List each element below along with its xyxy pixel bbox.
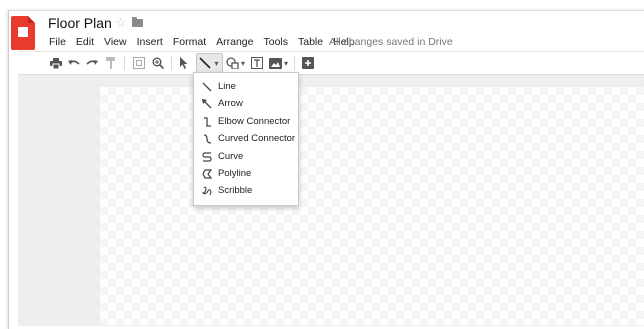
menu-item-label: Elbow Connector (218, 116, 291, 127)
menu-item-label: Line (218, 81, 236, 92)
menu-item-line[interactable]: Line (194, 78, 298, 95)
star-icon[interactable]: ☆ (115, 15, 127, 31)
menu-edit[interactable]: Edit (71, 34, 99, 50)
toolbar-separator (294, 56, 295, 70)
curved-connector-icon (196, 133, 218, 144)
menu-file[interactable]: File (44, 34, 71, 50)
drawing-canvas[interactable] (100, 87, 644, 325)
menu-item-curved-connector[interactable]: Curved Connector (194, 130, 298, 147)
toolbar-separator (171, 56, 172, 70)
arrow-icon (196, 98, 218, 109)
zoom-icon[interactable] (150, 55, 166, 71)
menu-view[interactable]: View (99, 34, 132, 50)
curve-icon (196, 151, 218, 162)
menu-item-elbow-connector[interactable]: Elbow Connector (194, 113, 298, 130)
folder-icon[interactable] (132, 17, 143, 27)
shape-dropdown-icon[interactable]: ▾ (240, 55, 246, 71)
menu-item-label: Polyline (218, 168, 252, 179)
add-comment-icon[interactable] (301, 55, 315, 71)
menu-item-label: Scribble (218, 185, 253, 196)
toolbar-separator (124, 56, 125, 70)
menu-arrange[interactable]: Arrange (211, 34, 258, 50)
scribble-icon (196, 186, 218, 196)
menu-insert[interactable]: Insert (132, 34, 168, 50)
menu-tools[interactable]: Tools (258, 34, 293, 50)
polyline-icon (196, 168, 218, 179)
menu-bar: File Edit View Insert Format Arrange Too… (44, 34, 360, 50)
paint-format-icon[interactable] (104, 55, 118, 71)
menu-item-curve[interactable]: Curve (194, 148, 298, 165)
text-box-icon[interactable] (250, 55, 264, 71)
menu-item-label: Curve (218, 151, 244, 162)
drawings-logo-icon[interactable] (11, 16, 35, 50)
print-icon[interactable] (48, 55, 64, 71)
menu-format[interactable]: Format (168, 34, 211, 50)
menu-item-arrow[interactable]: Arrow (194, 95, 298, 112)
zoom-fit-icon[interactable] (131, 55, 147, 71)
line-icon[interactable] (198, 55, 212, 71)
menu-table[interactable]: Table (293, 34, 328, 50)
menu-item-scribble[interactable]: Scribble (194, 182, 298, 199)
select-icon[interactable] (177, 55, 191, 71)
undo-icon[interactable] (66, 55, 82, 71)
document-title[interactable]: Floor Plan (48, 15, 112, 31)
redo-icon[interactable] (84, 55, 100, 71)
image-icon[interactable] (268, 55, 282, 71)
line-icon (196, 82, 218, 92)
line-tool-dropdown-icon[interactable]: ▾ (213, 55, 220, 71)
menu-item-polyline[interactable]: Polyline (194, 165, 298, 182)
line-type-menu: Line Arrow Elbow Connector Curved Connec… (193, 72, 299, 206)
save-status: All changes saved in Drive (329, 36, 453, 48)
menu-item-label: Curved Connector (218, 133, 296, 144)
image-dropdown-icon[interactable]: ▾ (283, 55, 289, 71)
elbow-connector-icon (196, 116, 218, 127)
shape-icon[interactable] (225, 55, 239, 71)
menu-item-label: Arrow (218, 98, 243, 109)
toolbar-divider (18, 51, 644, 52)
